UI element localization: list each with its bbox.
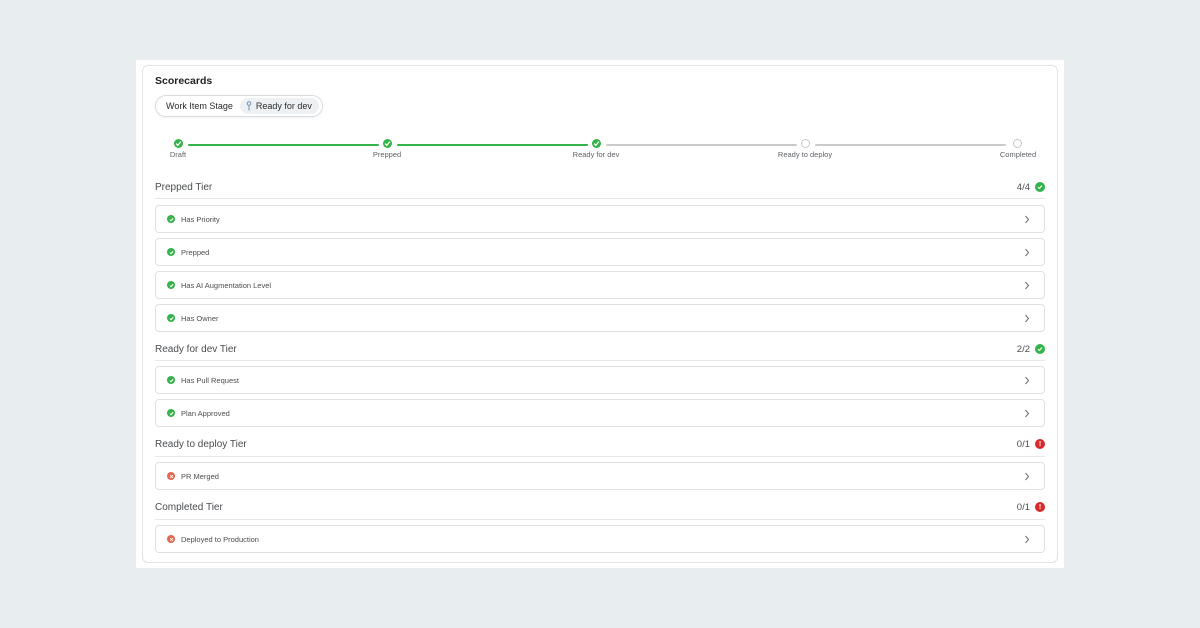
tier-header: Prepped Tier 4/4 [155,179,1045,195]
pin-icon [246,101,252,111]
chevron-right-icon [1025,376,1030,385]
check-icon [167,215,175,223]
rule-row[interactable]: Deployed to Production [155,525,1045,553]
rule-row[interactable]: Has AI Augmentation Level [155,271,1045,299]
check-icon [1035,344,1045,354]
step-node-ready-for-dev [592,139,601,148]
tier-count-value: 4/4 [1016,181,1030,193]
step-label-ready-for-dev: Ready for dev [572,150,620,159]
check-icon [167,314,175,322]
alert-icon: ! [1035,502,1045,512]
chevron-right-icon [1025,472,1030,481]
chevron-right-icon [1025,535,1030,544]
rule-label: Has AI Augmentation Level [181,280,272,290]
rule-row[interactable]: Has Priority [155,205,1045,233]
progress-line-2 [397,144,588,146]
progress-line-3 [606,144,797,146]
tier-count: 2/2 [1017,344,1045,355]
alert-icon: ! [1035,439,1045,449]
chevron-right-icon [1025,281,1030,290]
tier-title: Ready for dev Tier [155,343,237,355]
rule-row[interactable]: Plan Approved [155,399,1045,427]
tier-count-value: 2/2 [1016,343,1030,355]
tier-count-value: 0/1 [1016,438,1030,450]
chevron-right-icon [1025,248,1030,257]
tier-title: Completed Tier [155,501,223,513]
chevron-right-icon [1025,409,1030,418]
rule-label: Has Owner [181,313,219,323]
step-label-ready-to-deploy: Ready to deploy [777,150,833,159]
page-title: Scorecards [155,75,213,87]
tier-divider [155,198,1045,199]
step-label-draft: Draft [169,150,187,159]
x-icon [167,535,175,543]
step-node-ready-to-deploy [801,139,810,148]
step-label-prepped: Prepped [372,150,402,159]
tier-divider [155,456,1045,457]
check-icon [167,281,175,289]
rule-label: PR Merged [181,471,219,481]
tier-header: Ready for dev Tier 2/2 [155,341,1045,357]
x-icon [167,472,175,480]
check-icon [593,141,600,147]
step-node-completed [1013,139,1022,148]
tier-count: 4/4 [1017,182,1045,193]
check-icon [167,248,175,256]
scorecards-card: Scorecards Work Item Stage Ready for dev… [142,65,1058,563]
chevron-right-icon [1025,314,1030,323]
tier-count-value: 0/1 [1016,501,1030,513]
chevron-right-icon [1025,215,1030,224]
tier-count: 0/1 ! [1017,439,1045,450]
step-node-prepped [383,139,392,148]
rule-row[interactable]: PR Merged [155,462,1045,490]
stage-value-chip[interactable]: Ready for dev [239,98,319,114]
stage-progress: Draft Prepped Ready for dev Ready to dep… [143,136,1059,166]
stage-value-label: Ready for dev [255,101,312,111]
step-node-draft [174,139,183,148]
progress-line-4 [815,144,1006,146]
rule-row[interactable]: Has Owner [155,304,1045,332]
tier-title: Prepped Tier [155,181,213,193]
rule-label: Has Priority [181,214,220,224]
tier-divider [155,519,1045,520]
rule-label: Plan Approved [181,408,230,418]
rule-label: Deployed to Production [181,534,259,544]
check-icon [167,409,175,417]
check-icon [167,376,175,384]
step-label-completed: Completed [999,150,1037,159]
rule-row[interactable]: Has Pull Request [155,366,1045,394]
tier-header: Ready to deploy Tier 0/1 ! [155,436,1045,452]
rule-row[interactable]: Prepped [155,238,1045,266]
check-icon [175,141,182,147]
rule-label: Has Pull Request [181,375,239,385]
check-icon [384,141,391,147]
scorecards-panel: Scorecards Work Item Stage Ready for dev… [136,60,1064,568]
check-icon [1035,182,1045,192]
rule-label: Prepped [181,247,210,257]
tier-count: 0/1 ! [1017,502,1045,513]
tier-title: Ready to deploy Tier [155,438,247,450]
tier-header: Completed Tier 0/1 ! [155,499,1045,515]
progress-line-1 [188,144,379,146]
work-item-stage-selector[interactable]: Work Item Stage Ready for dev [155,95,323,117]
tier-divider [155,360,1045,361]
stage-label: Work Item Stage [166,101,233,111]
